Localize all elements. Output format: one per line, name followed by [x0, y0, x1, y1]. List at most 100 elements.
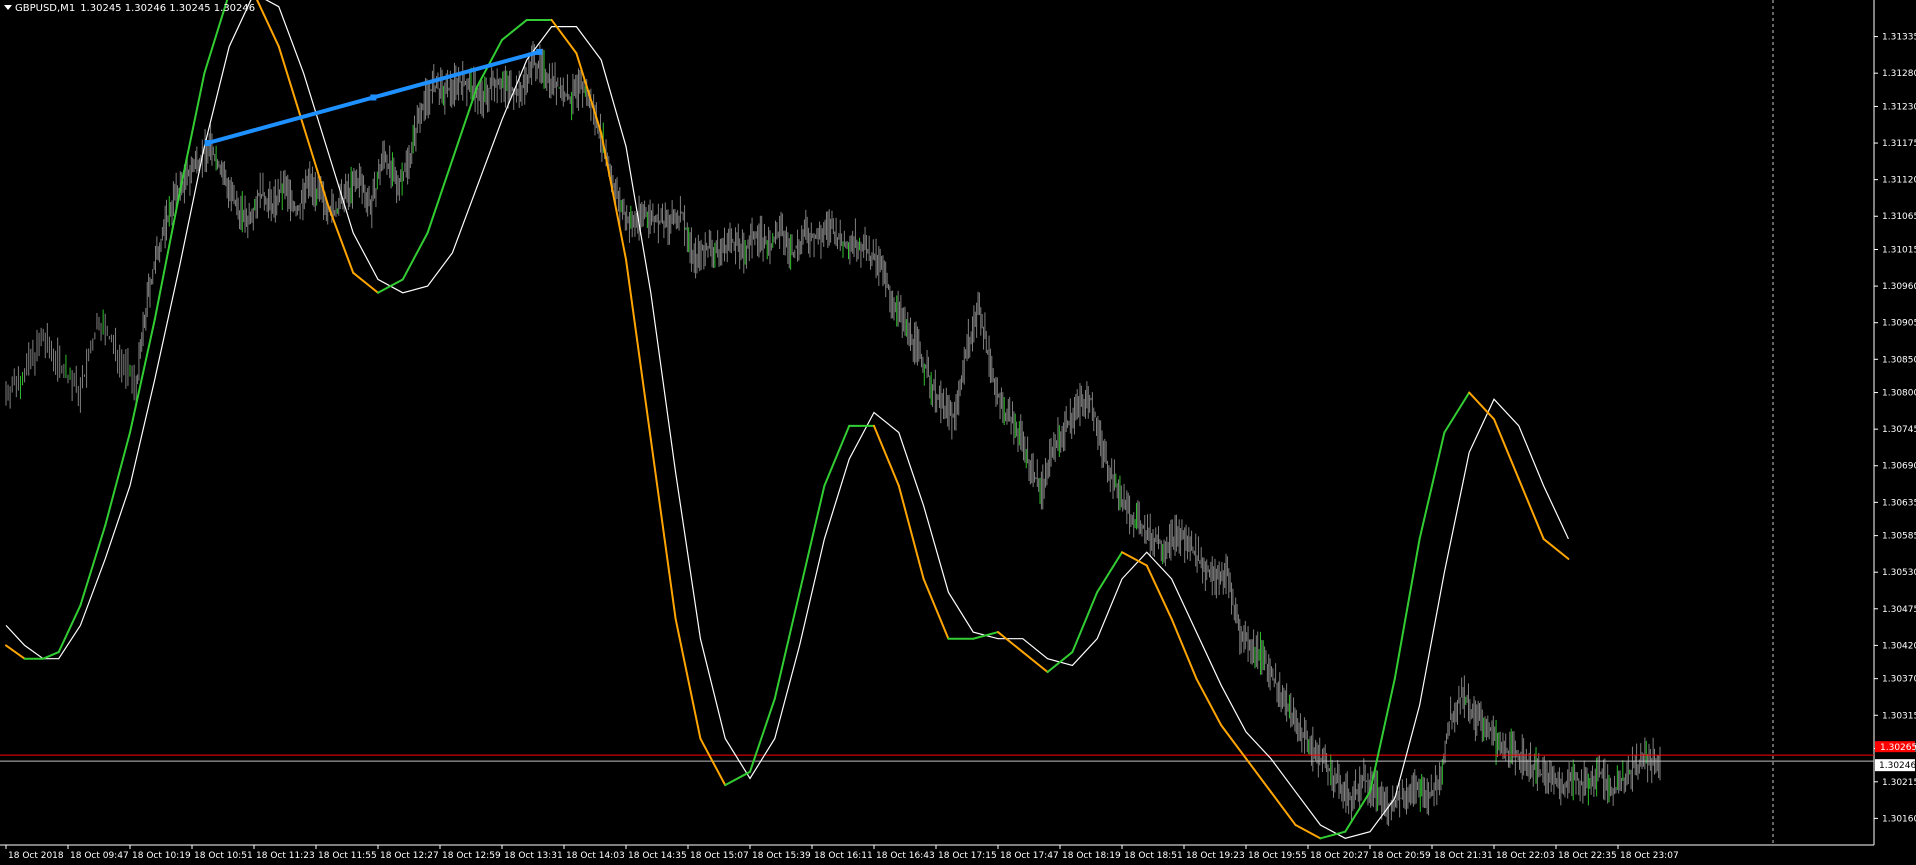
fast-ma-segment-down	[649, 438, 677, 620]
fast-ma-segment-up	[1319, 830, 1347, 840]
x-tick-label: 18 Oct 22:03	[1496, 851, 1555, 861]
fast-ma-segment-up	[773, 591, 801, 700]
fast-ma-segment-down	[699, 737, 727, 787]
y-tick-label: 1.31015	[1882, 246, 1916, 256]
x-tick-label: 18 Oct 18:51	[1124, 851, 1183, 861]
x-tick-label: 18 Oct 12:27	[380, 851, 439, 861]
fast-ma-segment-up	[1393, 537, 1421, 680]
x-tick-label: 18 Oct 11:55	[318, 851, 377, 861]
y-tick-label: 1.30960	[1882, 282, 1916, 292]
trendline-handle[interactable]	[536, 48, 543, 55]
y-tick-label: 1.31065	[1882, 212, 1916, 222]
x-tick-label: 18 Oct 20:27	[1310, 851, 1369, 861]
x-tick-label: 18 Oct 10:51	[194, 851, 253, 861]
slow-ma-line	[5, 0, 1569, 839]
fast-ma-segment-up	[798, 484, 826, 594]
x-tick-label: 18 Oct 15:07	[690, 851, 749, 861]
fast-ma-segment-down	[1170, 617, 1198, 680]
fast-ma-segment-up	[1369, 677, 1396, 793]
x-tick-label: 18 Oct 14:35	[628, 851, 687, 861]
y-tick-label: 1.30905	[1882, 319, 1916, 329]
x-tick-label: 18 Oct 17:15	[938, 851, 997, 861]
bid-price-label: 1.30246	[1879, 761, 1916, 771]
fast-ma-segment-up	[1443, 391, 1471, 434]
fast-ma-segment-up	[501, 18, 528, 41]
fast-ma-segment-down	[873, 424, 900, 487]
fast-ma-segment-up	[401, 231, 429, 281]
x-tick-label: 18 Oct 14:03	[566, 851, 625, 861]
fast-ma-segment-down	[1121, 551, 1148, 567]
fast-ma-segment-down	[997, 631, 1024, 654]
fast-ma-segment-down	[277, 45, 305, 128]
x-tick-label: 18 Oct 18:19	[1062, 851, 1121, 861]
red-level-price-label: 1.30265	[1880, 743, 1916, 753]
x-tick-label: 18 Oct 22:35	[1558, 851, 1617, 861]
x-tick-label: 18 Oct 10:19	[132, 851, 191, 861]
fast-ma-segment-down	[1493, 418, 1520, 481]
y-tick-label: 1.30800	[1882, 389, 1916, 399]
chart-window[interactable]: 1.31335 1.31280 1.31230 1.31175 1.31120 1.310…	[0, 0, 1916, 865]
y-tick-label: 1.30745	[1882, 425, 1916, 435]
y-tick-label: 1.30315	[1882, 711, 1916, 721]
price-chart[interactable]: 1.31335 1.31280 1.31230 1.31175 1.31120 1.310…	[0, 0, 1916, 865]
fast-ma-segment-down	[327, 205, 355, 274]
fast-ma-segment-down	[1245, 757, 1272, 793]
fast-ma-segment-down	[897, 484, 925, 580]
x-tick-label: 18 Oct 12:59	[442, 851, 501, 861]
y-tick-label: 1.30850	[1882, 355, 1916, 365]
x-tick-label: 18 Oct 16:11	[814, 851, 873, 861]
y-tick-label: 1.30475	[1882, 605, 1916, 615]
y-tick-label: 1.30585	[1882, 532, 1916, 542]
chart-menu-triangle-icon[interactable]	[4, 5, 12, 10]
fast-ma-segment-down	[1220, 724, 1247, 760]
fast-ma-segment-down	[1542, 537, 1570, 560]
x-tick-label: 18 Oct 20:59	[1372, 851, 1431, 861]
fast-ma-segment-down	[922, 577, 950, 640]
fast-ma-segment-down	[1269, 790, 1297, 827]
fast-ma-segment-up	[178, 72, 206, 194]
x-tick-label: 18 Oct 09:47	[70, 851, 129, 861]
y-tick-label: 1.31230	[1882, 102, 1916, 112]
ohlc-readout: 1.30245 1.30246 1.30245 1.30246	[80, 3, 256, 14]
fast-ma-segment-down	[302, 125, 330, 208]
y-tick-label: 1.30420	[1882, 641, 1916, 651]
y-tick-label: 1.31335	[1882, 33, 1916, 43]
x-tick-label: 18 Oct 11:23	[256, 851, 315, 861]
x-tick-label: 18 Oct 16:43	[876, 851, 935, 861]
x-tick-label: 18 Oct 17:47	[1000, 851, 1059, 861]
x-tick-label: 18 Oct 19:23	[1186, 851, 1245, 861]
fast-ma-segment-up	[104, 431, 131, 527]
fast-ma-segment-down	[5, 644, 26, 660]
fast-ma-segment-down	[600, 132, 627, 261]
fast-ma-segment-down	[352, 271, 379, 294]
fast-ma-segment-down	[1517, 478, 1545, 540]
fast-ma-segment-down	[625, 258, 652, 441]
y-tick-label: 1.30690	[1882, 462, 1916, 472]
symbol-timeframe-label: GBPUSD,M1	[15, 3, 76, 14]
fast-ma-segment-down	[550, 18, 578, 55]
x-tick-label: 18 Oct 19:55	[1248, 851, 1307, 861]
trendline-handle[interactable]	[370, 94, 377, 101]
trendline-handle[interactable]	[204, 140, 211, 147]
fast-ma-segment-up	[1046, 651, 1074, 674]
fast-ma-segment-up	[42, 651, 60, 660]
fast-ma-segment-up	[1096, 551, 1123, 594]
y-tick-label: 1.30370	[1882, 675, 1916, 685]
y-tick-label: 1.30215	[1882, 778, 1916, 788]
fast-ma-segment-up	[823, 424, 851, 487]
y-tick-label: 1.31175	[1882, 139, 1916, 149]
fast-ma-segment-down	[674, 617, 702, 740]
x-tick-label: 18 Oct 2018	[8, 851, 64, 861]
y-tick-label: 1.31120	[1882, 176, 1916, 186]
fast-ma-segment-down	[1145, 564, 1173, 620]
x-tick-label: 18 Oct 21:31	[1434, 851, 1493, 861]
fast-ma-segment-up	[724, 770, 751, 787]
x-tick-label: 18 Oct 23:07	[1620, 851, 1679, 861]
fast-ma-segment-down	[1195, 677, 1223, 727]
y-tick-label: 1.30160	[1882, 814, 1916, 824]
chart-header: GBPUSD,M1 1.30245 1.30246 1.30245 1.30246	[4, 3, 260, 14]
y-tick-label: 1.30530	[1882, 568, 1916, 578]
fast-ma-segment-up	[426, 158, 454, 234]
fast-ma-segment-up	[57, 604, 82, 654]
fast-ma-segment-down	[1294, 824, 1322, 840]
